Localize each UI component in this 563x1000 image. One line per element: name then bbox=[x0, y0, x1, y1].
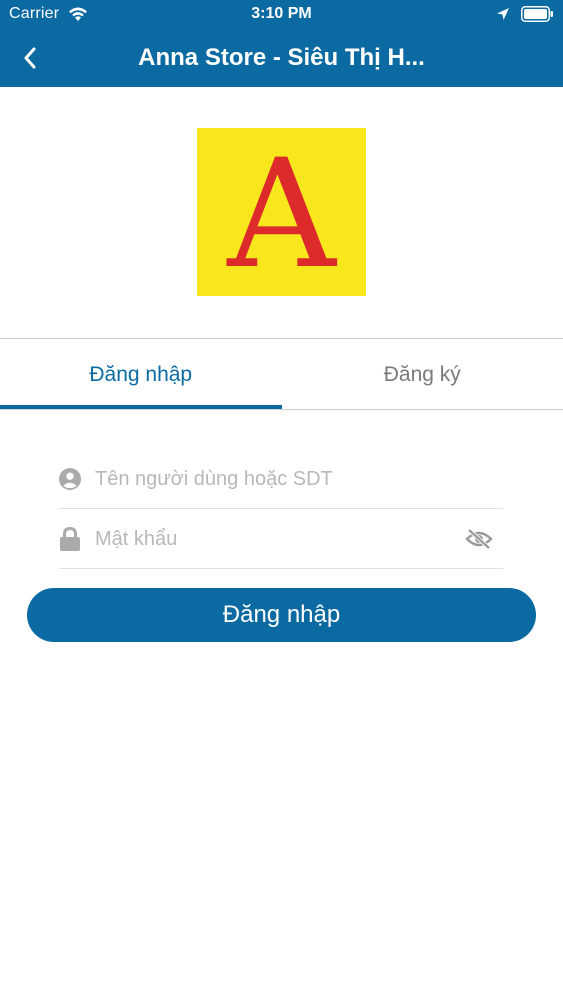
auth-tabs: Đăng nhập Đăng ký bbox=[0, 339, 563, 411]
header-bar: Carrier 3:10 PM Anna Store - Siêu Thị H.… bbox=[0, 0, 563, 87]
battery-icon bbox=[521, 6, 553, 22]
password-field bbox=[59, 508, 503, 569]
logo-box: A bbox=[197, 128, 366, 296]
password-input[interactable] bbox=[95, 522, 475, 556]
tabs-divider bbox=[0, 409, 563, 410]
lock-icon bbox=[60, 527, 80, 551]
location-arrow-icon bbox=[497, 8, 509, 20]
tab-login[interactable]: Đăng nhập bbox=[0, 339, 282, 411]
back-button[interactable] bbox=[12, 40, 48, 76]
navigation-bar: Anna Store - Siêu Thị H... bbox=[0, 30, 563, 87]
username-field bbox=[59, 448, 503, 509]
status-bar: Carrier 3:10 PM bbox=[0, 0, 563, 30]
user-circle-icon bbox=[59, 468, 81, 490]
logo-letter: A bbox=[227, 128, 336, 302]
login-button[interactable]: Đăng nhập bbox=[27, 588, 536, 642]
eye-slash-icon[interactable] bbox=[465, 528, 493, 550]
tab-register[interactable]: Đăng ký bbox=[282, 339, 563, 411]
store-logo: A bbox=[197, 128, 366, 296]
page-title: Anna Store - Siêu Thị H... bbox=[138, 44, 425, 71]
status-time: 3:10 PM bbox=[251, 5, 312, 22]
username-input[interactable] bbox=[95, 462, 475, 496]
chevron-left-icon bbox=[24, 47, 36, 69]
